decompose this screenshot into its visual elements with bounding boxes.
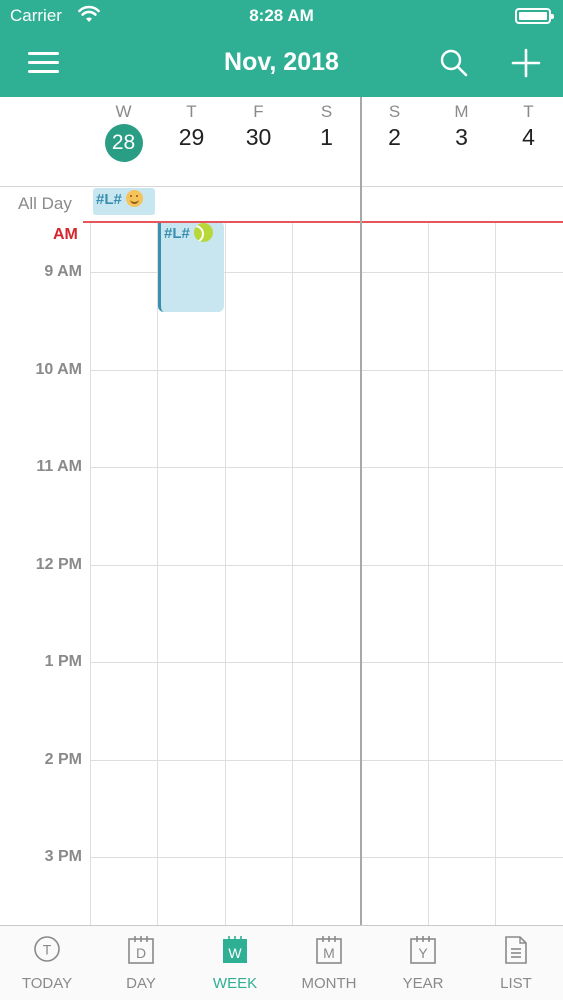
tab-year[interactable]: Y YEAR [376, 926, 470, 1001]
hour-label-10am: 10 AM [35, 361, 82, 378]
list-document-icon [505, 936, 527, 964]
add-event-button[interactable] [511, 48, 541, 78]
day-number: 29 [178, 124, 205, 150]
tab-label: YEAR [402, 975, 444, 992]
day-number: 2 [388, 124, 401, 150]
tennis-ball-emoji-icon [194, 223, 214, 242]
month-title[interactable]: Nov, 2018 [0, 48, 563, 77]
day-header-tue[interactable]: T 4 [495, 97, 562, 187]
week-day-header: W 28 T 29 F 30 S 1 S 2 M 3 T 4 [0, 97, 563, 187]
week-time-grid[interactable]: 9 AM 10 AM 11 AM 12 PM 1 PM 2 PM 3 PM #L… [0, 221, 563, 925]
hour-label-3pm: 3 PM [44, 848, 82, 865]
day-number: 4 [522, 124, 535, 150]
tab-label: LIST [500, 975, 532, 992]
day-number: 3 [455, 124, 468, 150]
current-time-label: AM [53, 226, 78, 243]
smile-emoji-icon [126, 190, 144, 207]
search-icon [440, 49, 468, 77]
week-divider [360, 97, 362, 925]
tab-today[interactable]: T TODAY [0, 926, 94, 1001]
hour-label-9am: 9 AM [44, 263, 82, 280]
day-header-mon[interactable]: M 3 [428, 97, 495, 187]
calendar-event[interactable]: #L# [158, 221, 224, 312]
hour-label-2pm: 2 PM [44, 751, 82, 768]
plus-icon [511, 48, 541, 78]
hour-label-12pm: 12 PM [35, 556, 82, 573]
tab-day[interactable]: D DAY [94, 926, 188, 1001]
day-number: 30 [245, 124, 272, 150]
day-header-wed[interactable]: W 28 [90, 97, 157, 187]
event-title: #L# [96, 191, 122, 208]
week-calendar-icon: W [223, 936, 247, 963]
day-letter: T [523, 102, 534, 121]
month-calendar-icon: M [316, 936, 342, 964]
day-letter: W [115, 102, 132, 121]
svg-text:T: T [43, 942, 52, 958]
tab-bar: T TODAY D DAY W WEEK M MONTH Y YEAR LIST [0, 925, 563, 1000]
search-button[interactable] [439, 48, 469, 78]
today-date-badge: 28 [104, 124, 143, 162]
hour-label-11am: 11 AM [36, 458, 82, 475]
day-letter: S [388, 102, 401, 121]
tab-month[interactable]: M MONTH [282, 926, 376, 1001]
year-calendar-icon: Y [410, 936, 436, 964]
day-header-sun[interactable]: S 2 [361, 97, 428, 187]
svg-text:D: D [136, 945, 146, 961]
tab-label: TODAY [21, 975, 73, 992]
day-letter: F [253, 102, 264, 121]
tab-list[interactable]: LIST [469, 926, 563, 1001]
all-day-row[interactable]: All Day #L# [0, 187, 563, 221]
hour-label-1pm: 1 PM [44, 653, 82, 670]
status-time: 8:28 AM [249, 6, 314, 25]
current-time-indicator [83, 221, 563, 223]
tab-label: WEEK [212, 975, 258, 992]
day-letter: M [454, 102, 469, 121]
status-bar: Carrier 8:28 AM [0, 0, 563, 32]
day-letter: S [320, 102, 333, 121]
today-icon: T [34, 936, 60, 962]
day-letter: T [186, 102, 197, 121]
event-title: #L# [164, 225, 190, 242]
svg-text:Y: Y [418, 945, 428, 961]
svg-text:M: M [323, 945, 335, 961]
tab-week[interactable]: W WEEK [188, 926, 282, 1001]
day-number: 1 [320, 124, 333, 150]
app-header: Carrier 8:28 AM Nov, 2018 [0, 0, 563, 97]
all-day-label: All Day [18, 194, 72, 213]
battery-icon [515, 8, 554, 24]
day-header-sat[interactable]: S 1 [293, 97, 360, 187]
day-header-thu[interactable]: T 29 [158, 97, 225, 187]
tab-label: DAY [126, 975, 156, 992]
all-day-event[interactable]: #L# [93, 188, 155, 215]
day-header-fri[interactable]: F 30 [225, 97, 292, 187]
tab-label: MONTH [301, 975, 357, 992]
svg-text:W: W [228, 945, 242, 961]
day-calendar-icon: D [128, 936, 154, 964]
